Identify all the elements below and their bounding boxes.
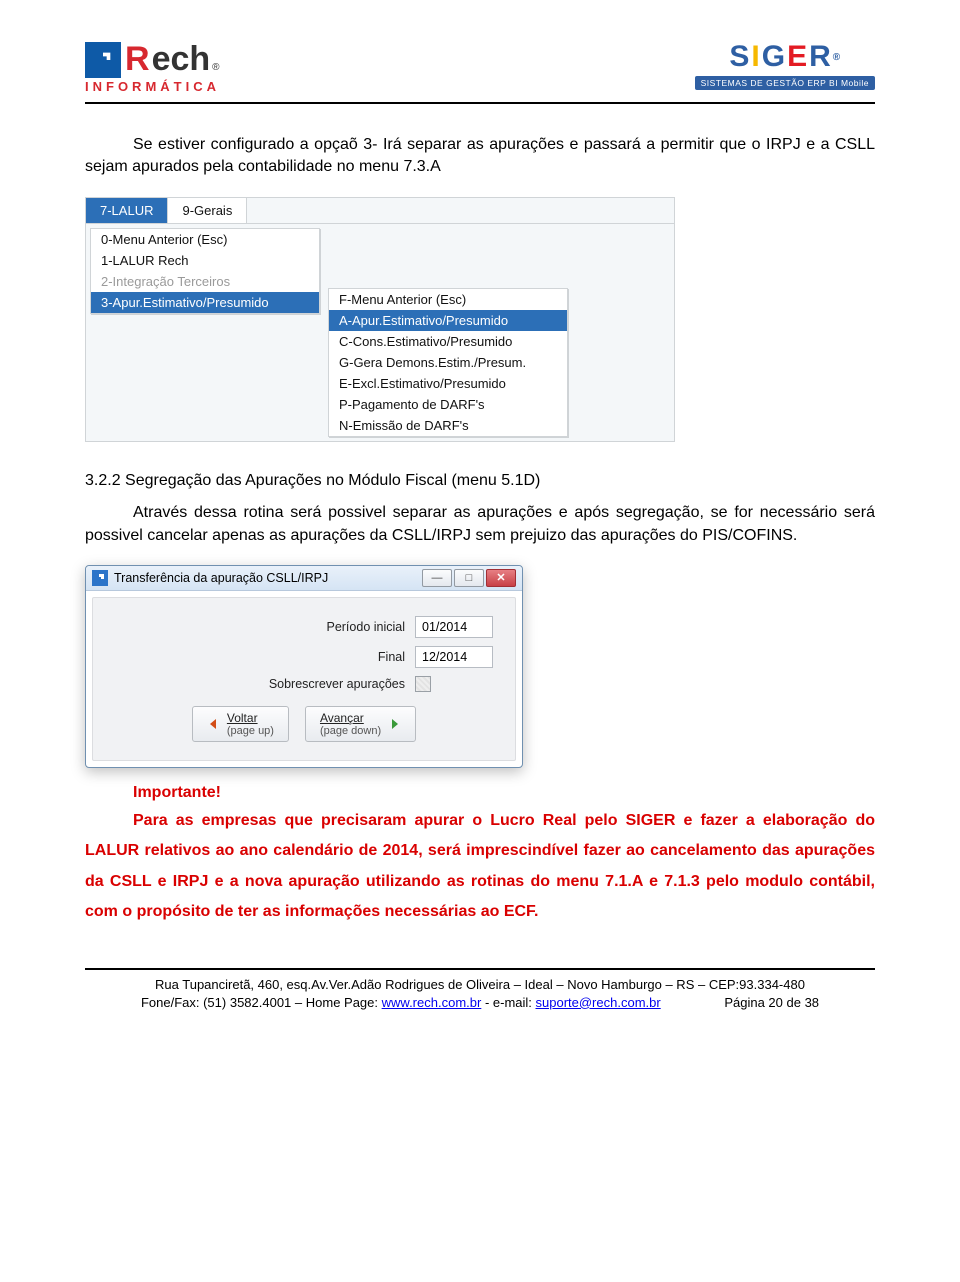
heading-3-2-2: 3.2.2 Segregação das Apurações no Módulo… [85, 470, 875, 492]
menu-item[interactable]: C-Cons.Estimativo/Presumido [329, 331, 567, 352]
menu-item-selected[interactable]: 3-Apur.Estimativo/Presumido [91, 292, 319, 313]
note-title: Importante! [85, 784, 875, 802]
rech-letter-r: R [125, 40, 150, 79]
menu-item[interactable]: G-Gera Demons.Estim./Presum. [329, 352, 567, 373]
menu-item[interactable]: 0-Menu Anterior (Esc) [91, 229, 319, 250]
siger-letter: R [809, 40, 831, 74]
input-periodo-inicial[interactable] [415, 616, 493, 638]
menu-tab-gerais[interactable]: 9-Gerais [168, 198, 247, 223]
page-footer: Rua Tupanciretã, 460, esq.Av.Ver.Adão Ro… [85, 976, 875, 1012]
screenshot-menu: 7-LALUR 9-Gerais 0-Menu Anterior (Esc) 1… [85, 197, 675, 442]
arrow-right-icon [387, 717, 401, 731]
checkbox-sobrescrever[interactable] [415, 676, 431, 692]
footer-rule [85, 968, 875, 970]
voltar-button[interactable]: Voltar (page up) [192, 706, 289, 742]
header-rule [85, 102, 875, 104]
paragraph-intro: Se estiver configurado a opçaõ 3- Irá se… [85, 134, 875, 179]
rech-arrow-icon [85, 42, 121, 78]
dialog-title: Transferência da apuração CSLL/IRPJ [114, 571, 414, 585]
siger-tagline: SISTEMAS DE GESTÃO ERP BI Mobile [695, 76, 875, 90]
dialog-app-icon [92, 570, 108, 586]
rech-subtitle: INFORMÁTICA [85, 79, 220, 94]
arrow-left-icon [207, 717, 221, 731]
label-final: Final [225, 650, 405, 664]
page-header: R ech ® INFORMÁTICA S I G E R ® SISTEMAS… [85, 40, 875, 94]
menu-tab-lalur[interactable]: 7-LALUR [86, 198, 168, 223]
siger-letter: I [751, 40, 759, 74]
avancar-label: Avançar [320, 711, 364, 725]
footer-link-email[interactable]: suporte@rech.com.br [536, 995, 661, 1010]
siger-letter: S [729, 40, 749, 74]
minimize-button[interactable]: — [422, 569, 452, 587]
menu-left-column: 0-Menu Anterior (Esc) 1-LALUR Rech 2-Int… [90, 228, 320, 314]
footer-page-number: Página 20 de 38 [724, 994, 819, 1012]
menu-item[interactable]: F-Menu Anterior (Esc) [329, 289, 567, 310]
label-periodo-inicial: Período inicial [225, 620, 405, 634]
footer-contact-prefix: Fone/Fax: (51) 3582.4001 – Home Page: [141, 995, 382, 1010]
rech-registered: ® [212, 62, 219, 73]
avancar-button[interactable]: Avançar (page down) [305, 706, 416, 742]
avancar-sub: (page down) [320, 725, 381, 737]
paragraph-segregacao: Através dessa rotina será possivel separ… [85, 502, 875, 547]
label-sobrescrever: Sobrescrever apurações [225, 677, 405, 691]
close-button[interactable]: ✕ [486, 569, 516, 587]
screenshot-dialog: Transferência da apuração CSLL/IRPJ — □ … [85, 565, 523, 768]
footer-contact-mid: - e-mail: [481, 995, 535, 1010]
siger-registered: ® [833, 52, 840, 63]
menu-item-selected[interactable]: A-Apur.Estimativo/Presumido [329, 310, 567, 331]
logo-rech: R ech ® INFORMÁTICA [85, 40, 220, 94]
menu-item[interactable]: E-Excl.Estimativo/Presumido [329, 373, 567, 394]
siger-letter: G [762, 40, 785, 74]
voltar-label: Voltar [227, 711, 258, 725]
voltar-sub: (page up) [227, 725, 274, 737]
dialog-titlebar: Transferência da apuração CSLL/IRPJ — □ … [86, 566, 522, 591]
menu-item[interactable]: P-Pagamento de DARF's [329, 394, 567, 415]
menu-right-column: F-Menu Anterior (Esc) A-Apur.Estimativo/… [328, 288, 568, 437]
footer-address: Rua Tupanciretã, 460, esq.Av.Ver.Adão Ro… [85, 976, 875, 994]
rech-letters-ech: ech [152, 40, 211, 79]
footer-link-home[interactable]: www.rech.com.br [382, 995, 482, 1010]
input-final[interactable] [415, 646, 493, 668]
note-body: Para as empresas que precisaram apurar o… [85, 806, 875, 928]
menu-item[interactable]: 1-LALUR Rech [91, 250, 319, 271]
siger-letter: E [787, 40, 807, 74]
menu-item[interactable]: N-Emissão de DARF's [329, 415, 567, 436]
menu-item-disabled: 2-Integração Terceiros [91, 271, 319, 292]
logo-siger: S I G E R ® SISTEMAS DE GESTÃO ERP BI Mo… [695, 40, 875, 90]
maximize-button[interactable]: □ [454, 569, 484, 587]
